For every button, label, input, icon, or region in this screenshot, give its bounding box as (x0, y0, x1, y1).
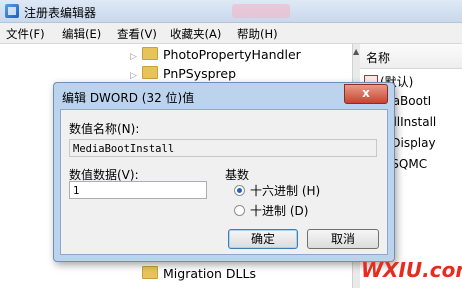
menu-file[interactable]: 文件(F) (6, 26, 45, 42)
radio-decimal-label[interactable]: 十进制 (D) (250, 202, 308, 219)
menu-bar: 文件(F) 编辑(E) 查看(V) 收藏夹(A) 帮助(H) (0, 23, 462, 44)
expand-arrow-icon[interactable]: ▷ (130, 52, 140, 62)
tree-item-photopropertyhandler[interactable]: ▷ PhotoPropertyHandler (130, 47, 301, 62)
edit-dword-dialog: 编辑 DWORD (32 位)值 x 数值名称(N): MediaBootIns… (53, 82, 395, 262)
dialog-body: 数值名称(N): MediaBootInstall 数值数据(V): 1 基数 … (60, 109, 388, 255)
radio-decimal[interactable] (234, 205, 245, 216)
expand-arrow-icon[interactable]: ▷ (130, 71, 140, 81)
site-watermark: WXIU.com (361, 258, 462, 282)
menu-favorites[interactable]: 收藏夹(A) (170, 26, 221, 42)
menu-view[interactable]: 查看(V) (117, 26, 157, 42)
dialog-title: 编辑 DWORD (32 位)值 (62, 91, 195, 105)
title-bar-highlight (232, 4, 290, 18)
radio-hex[interactable] (234, 185, 245, 196)
scroll-up-arrow-icon[interactable]: ▲ (353, 47, 359, 56)
tree-item-pnpsysprep[interactable]: ▷ PnPSysprep (130, 66, 236, 81)
close-button[interactable]: x (344, 84, 388, 104)
tree-item-migration-dlls[interactable]: Migration DLLs (130, 266, 256, 281)
menu-help[interactable]: 帮助(H) (237, 26, 278, 42)
folder-icon (142, 266, 158, 279)
value-name-field: MediaBootInstall (69, 139, 377, 157)
menu-edit[interactable]: 编辑(E) (62, 26, 101, 42)
base-group-label: 基数 (225, 168, 250, 182)
radio-hex-label[interactable]: 十六进制 (H) (250, 182, 320, 199)
folder-icon (142, 66, 158, 79)
registry-editor-app-icon (5, 4, 19, 18)
folder-icon (142, 47, 158, 60)
window-title: 注册表编辑器 (24, 6, 97, 20)
ok-button[interactable]: 确定 (228, 229, 298, 249)
value-data-input[interactable]: 1 (69, 181, 207, 199)
value-name-label: 数值名称(N): (69, 122, 140, 136)
title-bar: 注册表编辑器 (0, 0, 462, 23)
cancel-button[interactable]: 取消 (307, 229, 379, 249)
name-column-header[interactable]: 名称 (360, 44, 462, 69)
